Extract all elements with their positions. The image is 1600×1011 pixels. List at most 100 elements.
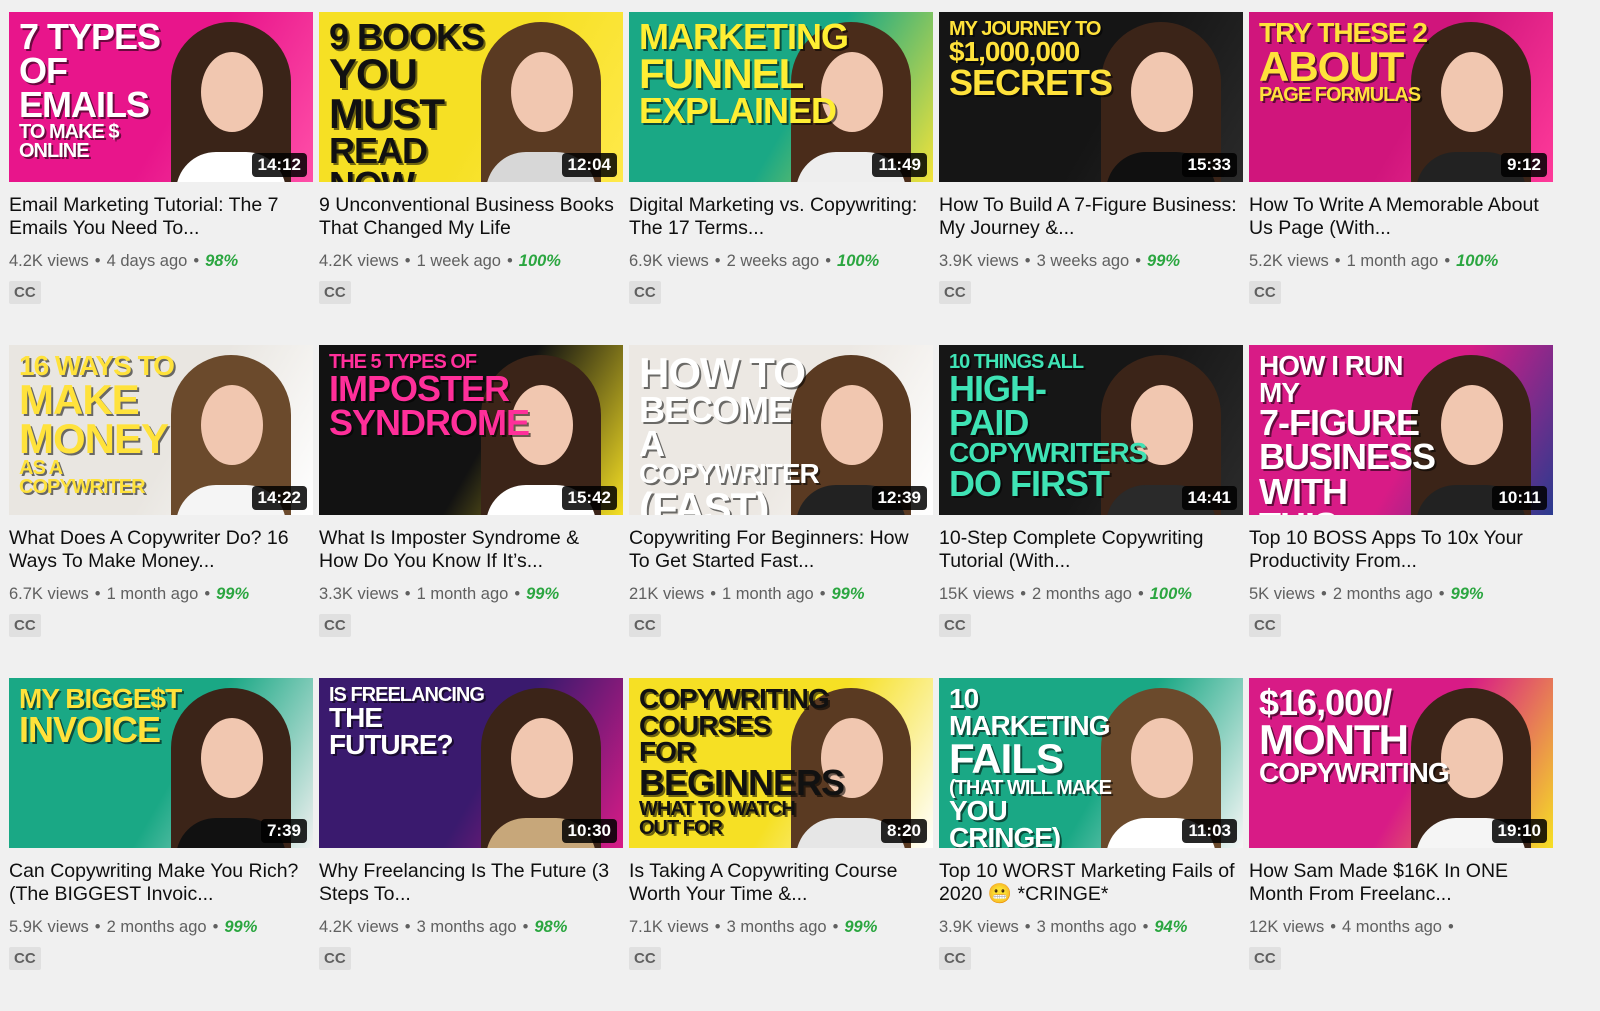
video-duration: 11:03 (1182, 819, 1237, 843)
like-rating: 99% (224, 918, 258, 936)
video-thumbnail[interactable]: HOW I RUN MY7-FIGUREBUSINESSWITH THIS 10:… (1249, 345, 1553, 515)
separator-dot: • (710, 585, 716, 603)
video-card[interactable]: 7 TYPES OF EMAILS TO MAKE $ ONLINE 14:12 Ema… (9, 12, 313, 345)
separator-dot: • (404, 585, 411, 603)
video-card[interactable]: 16 WAYS TO MAKE MONEY AS A COPYWRITER 14:22 W… (9, 345, 313, 678)
video-card[interactable]: HOW TO BECOME A COPYWRITER (FAST) 12:39 Copyw… (629, 345, 933, 678)
video-duration: 19:10 (1491, 819, 1547, 843)
closed-captions-badge: CC (1249, 947, 1281, 970)
video-thumbnail[interactable]: 16 WAYS TO MAKE MONEY AS A COPYWRITER 14:22 (9, 345, 313, 515)
video-title[interactable]: Digital Marketing vs. Copywriting: The 1… (629, 194, 933, 240)
view-count: 15K views (939, 585, 1015, 603)
video-title[interactable]: Copywriting For Beginners: How To Get St… (629, 527, 933, 573)
video-thumbnail[interactable]: MARKETING FUNNEL EXPLAINED 11:49 (629, 12, 933, 182)
video-title[interactable]: Top 10 WORST Marketing Fails of 2020 😬 *… (939, 860, 1243, 906)
video-meta: 15K views • 2 months ago • 100% (939, 585, 1243, 604)
upload-age: 1 month ago (1346, 252, 1439, 270)
video-title[interactable]: Can Copywriting Make You Rich? (The BIGG… (9, 860, 313, 906)
video-card[interactable]: HOW I RUN MY7-FIGUREBUSINESSWITH THIS 10:… (1249, 345, 1553, 678)
video-title[interactable]: What Is Imposter Syndrome & How Do You K… (319, 527, 623, 573)
separator-dot: • (825, 252, 832, 270)
video-duration: 14:41 (1181, 486, 1237, 510)
upload-age: 2 weeks ago (726, 252, 820, 270)
video-meta: 5K views • 2 months ago • 99% (1249, 585, 1553, 604)
upload-age: 3 weeks ago (1036, 252, 1130, 270)
video-card[interactable]: 10 MARKETING FAILS (THAT WILL MAKE YOU CRIN… (939, 678, 1243, 1011)
video-title[interactable]: What Does A Copywriter Do? 16 Ways To Ma… (9, 527, 313, 573)
video-title[interactable]: How To Write A Memorable About Us Page (… (1249, 194, 1553, 240)
closed-captions-badge: CC (319, 947, 351, 970)
video-title[interactable]: 9 Unconventional Business Books That Cha… (319, 194, 623, 240)
video-card[interactable]: MY BIGGE$T INVOICE 7:39 Can Copywriting Mak… (9, 678, 313, 1011)
thumbnail-text-line: COPYWRITING (1259, 757, 1450, 789)
video-title[interactable]: How Sam Made $16K In ONE Month From Free… (1249, 860, 1553, 906)
separator-dot: • (714, 252, 721, 270)
upload-age: 1 month ago (416, 585, 509, 603)
video-duration: 11:49 (872, 153, 927, 177)
closed-captions-badge: CC (629, 281, 661, 304)
video-meta: 5.2K views • 1 month ago • 100% (1249, 252, 1553, 271)
video-card[interactable]: TRY THESE 2 ABOUT PAGE FORMULAS 9:12 How To … (1249, 12, 1553, 345)
view-count: 3.9K views (939, 252, 1019, 270)
thumbnail-text: 9 BOOKSYOUMUSTREAD NOW (329, 18, 499, 182)
video-meta: 3.3K views • 1 month ago • 99% (319, 585, 623, 604)
like-rating: 99% (1450, 585, 1484, 603)
video-thumbnail[interactable]: MY BIGGE$T INVOICE 7:39 (9, 678, 313, 848)
video-thumbnail[interactable]: 10 THINGS ALL HIGH-PAID COPYWRITERS DO FIRS… (939, 345, 1243, 515)
video-card[interactable]: 9 BOOKSYOUMUSTREAD NOW 12:04 9 Unconventio… (319, 12, 623, 345)
thumbnail-text: 16 WAYS TO MAKE MONEY AS A COPYWRITER (19, 352, 189, 498)
video-card[interactable]: IS FREELANCING THE FUTURE? 10:30 Why Freela… (319, 678, 623, 1011)
video-card[interactable]: $16,000/MONTH COPYWRITING 19:10 How Sam Mad… (1249, 678, 1553, 1011)
closed-captions-badge: CC (939, 281, 971, 304)
video-duration: 7:39 (260, 819, 307, 843)
video-card[interactable]: MARKETING FUNNEL EXPLAINED 11:49 Digital Mar… (629, 12, 933, 345)
video-duration: 14:22 (251, 486, 307, 510)
video-title[interactable]: Email Marketing Tutorial: The 7 Emails Y… (9, 194, 313, 240)
separator-dot: • (1024, 918, 1031, 936)
view-count: 5.2K views (1249, 252, 1329, 270)
video-title[interactable]: 10-Step Complete Copywriting Tutorial (W… (939, 527, 1243, 573)
video-title[interactable]: Top 10 BOSS Apps To 10x Your Productivit… (1249, 527, 1553, 573)
thumbnail-text: THE 5 TYPES OF IMPOSTER SYNDROME (329, 352, 530, 444)
video-thumbnail[interactable]: THE 5 TYPES OF IMPOSTER SYNDROME 15:42 (319, 345, 623, 515)
view-count: 5K views (1249, 585, 1316, 603)
video-title[interactable]: Why Freelancing Is The Future (3 Steps T… (319, 860, 623, 906)
separator-dot: • (1020, 585, 1026, 603)
separator-dot: • (832, 918, 839, 936)
video-duration: 15:33 (1181, 153, 1237, 177)
thumbnail-text-line: MONEY (19, 415, 169, 463)
video-thumbnail[interactable]: HOW TO BECOME A COPYWRITER (FAST) 12:39 (629, 345, 933, 515)
thumbnail-text-line: HOW I RUN MY (1259, 350, 1403, 408)
separator-dot: • (1334, 252, 1341, 270)
thumbnail-text-line: YOU CRINGE) (949, 795, 1061, 848)
video-card[interactable]: 10 THINGS ALL HIGH-PAID COPYWRITERS DO FIRS… (939, 345, 1243, 678)
video-card[interactable]: THE 5 TYPES OF IMPOSTER SYNDROME 15:42 What … (319, 345, 623, 678)
video-thumbnail[interactable]: $16,000/MONTH COPYWRITING 19:10 (1249, 678, 1553, 848)
view-count: 6.7K views (9, 585, 89, 603)
video-thumbnail[interactable]: COPYWRITING COURSES FOR BEGINNERS WHAT TO W… (629, 678, 933, 848)
separator-dot: • (1444, 252, 1451, 270)
video-thumbnail[interactable]: IS FREELANCING THE FUTURE? 10:30 (319, 678, 623, 848)
thumbnail-text: 7 TYPES OF EMAILS TO MAKE $ ONLINE (19, 18, 189, 162)
video-card[interactable]: COPYWRITING COURSES FOR BEGINNERS WHAT TO W… (629, 678, 933, 1011)
thumbnail-text-line: SYNDROME (329, 402, 530, 444)
closed-captions-badge: CC (1249, 614, 1281, 637)
closed-captions-badge: CC (319, 614, 351, 637)
video-thumbnail[interactable]: 9 BOOKSYOUMUSTREAD NOW 12:04 (319, 12, 623, 182)
video-thumbnail[interactable]: TRY THESE 2 ABOUT PAGE FORMULAS 9:12 (1249, 12, 1553, 182)
video-thumbnail[interactable]: 10 MARKETING FAILS (THAT WILL MAKE YOU CRIN… (939, 678, 1243, 848)
thumbnail-text-line: TO MAKE $ ONLINE (19, 120, 120, 162)
video-thumbnail[interactable]: MY JOURNEY TO $1,000,000 SECRETS 15:33 (939, 12, 1243, 182)
thumbnail-text-line: MONTH (1259, 716, 1409, 764)
closed-captions-badge: CC (9, 614, 41, 637)
video-thumbnail[interactable]: 7 TYPES OF EMAILS TO MAKE $ ONLINE 14:12 (9, 12, 313, 182)
video-title[interactable]: How To Build A 7-Figure Business: My Jou… (939, 194, 1243, 240)
upload-age: 1 week ago (416, 252, 501, 270)
video-card[interactable]: MY JOURNEY TO $1,000,000 SECRETS 15:33 How T… (939, 12, 1243, 345)
video-meta: 3.9K views • 3 months ago • 94% (939, 918, 1243, 937)
closed-captions-badge: CC (9, 281, 41, 304)
video-meta: 5.9K views • 2 months ago • 99% (9, 918, 313, 937)
video-title[interactable]: Is Taking A Copywriting Course Worth You… (629, 860, 933, 906)
like-rating: 99% (831, 585, 865, 603)
thumbnail-text-line: FAILS (949, 735, 1064, 783)
